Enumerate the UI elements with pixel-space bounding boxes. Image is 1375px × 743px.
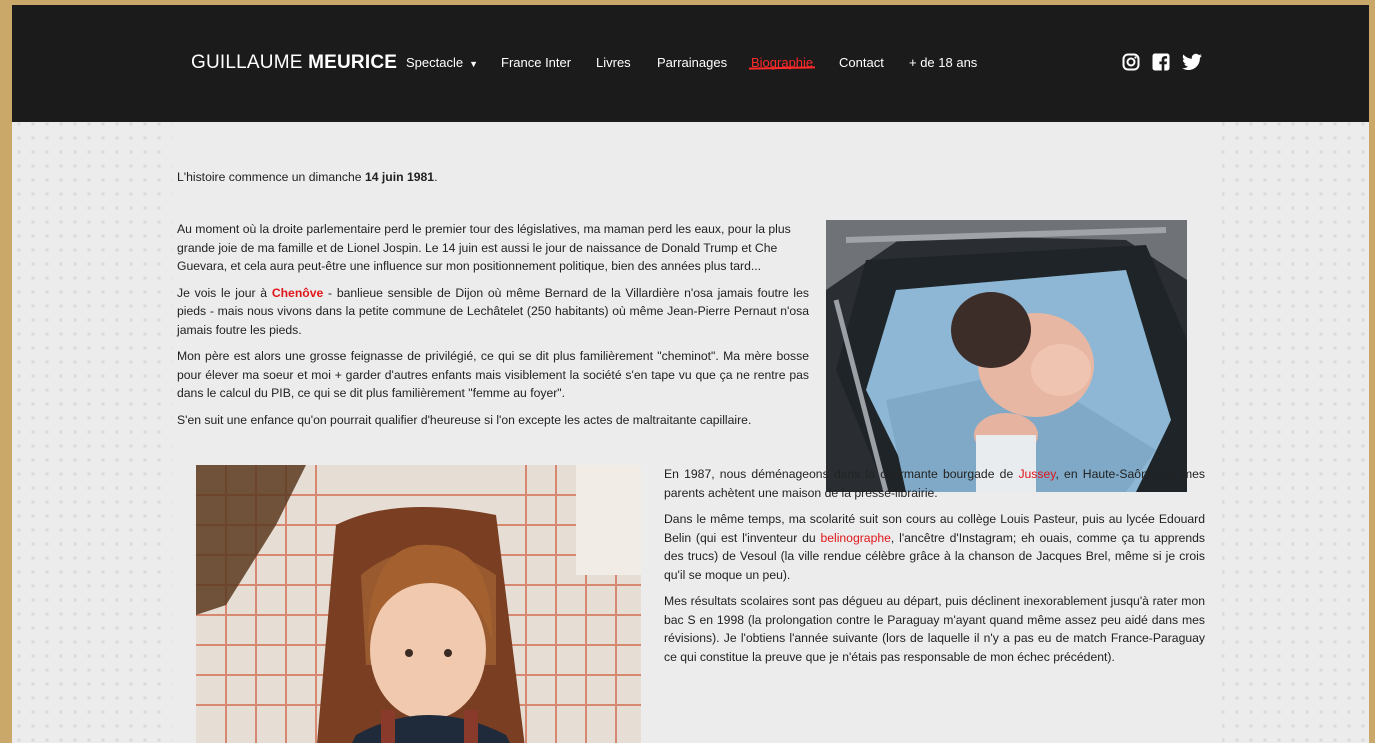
paragraph-chenove: Je vois le jour à Chenôve - banlieue sen… — [177, 284, 809, 340]
paragraph-jussey: En 1987, nous déménageons dans la charma… — [664, 465, 1205, 502]
p2-prefix: Je vois le jour à — [177, 285, 272, 300]
bio-section-2: En 1987, nous déménageons dans la charma… — [664, 465, 1205, 674]
brand-last-name: MEURICE — [308, 52, 398, 73]
child-photo — [196, 465, 641, 743]
top-navbar: GUILLAUME MEURICE Spectacle ▼ France Inte… — [12, 5, 1369, 122]
link-chenove[interactable]: Chenôve — [272, 286, 323, 300]
nav-france-inter[interactable]: France Inter — [501, 55, 571, 70]
paragraph-school: Dans le même temps, ma scolarité suit so… — [664, 510, 1205, 584]
nav-plus-18[interactable]: + de 18 ans — [909, 55, 977, 70]
nav-contact[interactable]: Contact — [839, 55, 884, 70]
site-logo[interactable]: GUILLAUME MEURICE — [191, 52, 397, 74]
intro-suffix: . — [434, 170, 438, 184]
caret-down-icon: ▼ — [469, 58, 479, 69]
intro-prefix: L'histoire commence un dimanche — [177, 170, 365, 184]
paragraph-childhood: S'en suit une enfance qu'on pourrait qua… — [177, 412, 752, 427]
paragraph-parents: Mon père est alors une grosse feignasse … — [177, 349, 809, 400]
bio-section-1: Au moment où la droite parlementaire per… — [177, 220, 809, 437]
link-belinographe[interactable]: belinographe — [820, 531, 890, 545]
nav-spectacle[interactable]: Spectacle ▼ — [406, 55, 478, 70]
intro-line: L'histoire commence un dimanche 14 juin … — [177, 168, 437, 187]
intro-date: 14 juin 1981 — [364, 170, 435, 184]
paragraph-results: Mes résultats scolaires sont pas dégueu … — [664, 594, 1205, 664]
facebook-icon[interactable] — [1152, 53, 1170, 71]
nav-parrainages[interactable]: Parrainages — [657, 55, 727, 70]
nav-spectacle-label: Spectacle — [406, 55, 464, 70]
nav-biographie[interactable]: Biographie — [751, 55, 813, 70]
paragraph-birth: Au moment où la droite parlementaire per… — [177, 222, 791, 273]
instagram-icon[interactable] — [1122, 53, 1140, 71]
page-frame: GUILLAUME MEURICE Spectacle ▼ France Inte… — [12, 5, 1369, 743]
baby-photo — [826, 220, 1187, 492]
link-jussey[interactable]: Jussey — [1018, 467, 1055, 481]
twitter-icon[interactable] — [1182, 53, 1202, 71]
nav-livres[interactable]: Livres — [596, 55, 631, 70]
p5-prefix: En 1987, nous déménageons dans la charma… — [664, 467, 1019, 481]
brand-first-name: GUILLAUME — [191, 52, 309, 73]
